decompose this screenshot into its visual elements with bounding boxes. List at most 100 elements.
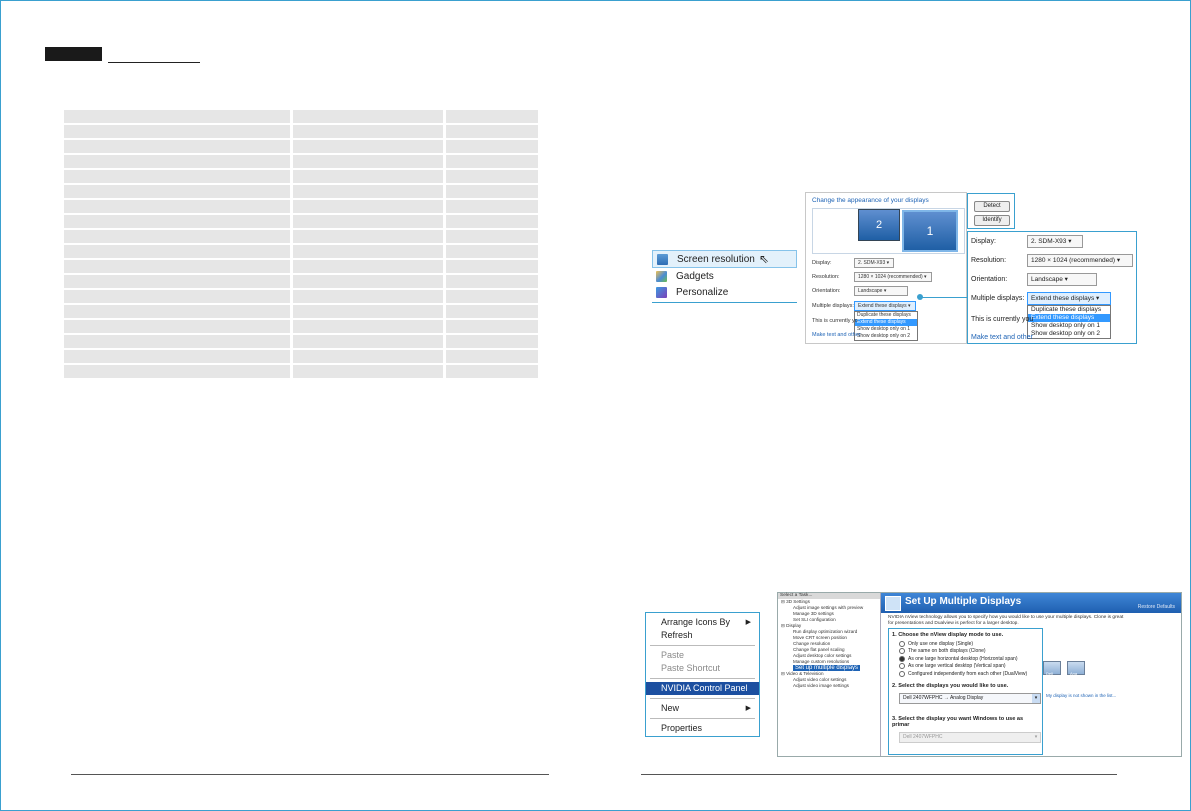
restore-defaults-link[interactable]: Restore Defaults	[1138, 604, 1175, 610]
multiple-displays-label: Multiple displays:	[971, 295, 1025, 302]
mode-horizontal-span-option[interactable]: As one large horizontal desktop (Horizon…	[899, 655, 1042, 663]
menu-separator	[650, 698, 755, 699]
table-cell	[293, 170, 443, 183]
dropdown-option[interactable]: Show desktop only on 1	[855, 326, 917, 333]
table-row	[64, 365, 538, 378]
callout-connector	[921, 297, 969, 298]
nvidia-page-header: Set Up Multiple Displays Restore Default…	[881, 593, 1181, 613]
table-cell	[446, 365, 538, 378]
combo-value: 2. SDM-X93	[858, 260, 886, 266]
menu-separator	[650, 678, 755, 679]
resolution-label: Resolution:	[812, 274, 840, 280]
menu-separator	[650, 645, 755, 646]
dropdown-option[interactable]: Duplicate these displays	[855, 312, 917, 319]
menu-item-paste[interactable]: Paste	[646, 649, 759, 662]
table-row	[64, 200, 538, 213]
monitor-label: Ana	[1070, 671, 1078, 676]
table-cell	[293, 305, 443, 318]
combo-value: Extend these displays	[1031, 295, 1095, 302]
display-combo[interactable]: 2. SDM-X93 ▾	[854, 258, 894, 268]
detect-button[interactable]: Detect	[974, 201, 1010, 212]
desktop-context-menu: Arrange Icons By ▶ Refresh Paste Paste Sh…	[645, 612, 760, 737]
table-cell	[293, 155, 443, 168]
table-cell	[64, 275, 290, 288]
table-cell	[64, 320, 290, 333]
dropdown-option[interactable]: Duplicate these displays	[1028, 306, 1110, 314]
menu-item-personalize[interactable]: Personalize	[652, 284, 797, 300]
table-row	[64, 335, 538, 348]
mode-vertical-span-option[interactable]: As one large vertical desktop (Vertical …	[899, 663, 1042, 671]
mode-dualview-option[interactable]: Configured independently from each other…	[899, 670, 1042, 678]
resolution-label: Resolution:	[971, 257, 1007, 264]
step-3-heading: 3. Select the display you want Windows t…	[892, 715, 1024, 728]
menu-item-screen-resolution[interactable]: Screen resolution ⇖	[652, 250, 797, 268]
dropdown-option-selected[interactable]: Extend these displays	[855, 319, 917, 326]
table-cell	[293, 245, 443, 258]
multiple-displays-label: Multiple displays:	[812, 303, 854, 309]
monitor-analog-icon[interactable]: Ana	[1067, 661, 1085, 676]
radio-selected-icon	[899, 655, 905, 662]
display-pair-select[interactable]: Dell 2407WFPHC → Analog Display ▾	[899, 692, 1041, 704]
combo-value: 1280 × 1024 (recommended)	[858, 274, 923, 280]
menu-item-label: Arrange Icons By	[661, 617, 731, 627]
table-cell	[446, 290, 538, 303]
table-cell	[293, 215, 443, 228]
orientation-combo[interactable]: Landscape ▾	[1027, 273, 1097, 286]
menu-item-refresh[interactable]: Refresh	[646, 629, 759, 642]
table-cell	[64, 140, 290, 153]
table-cell	[64, 335, 290, 348]
multiple-displays-combo[interactable]: Extend these displays ▾	[854, 301, 916, 311]
text-size-link[interactable]: Make text and other	[812, 332, 861, 338]
menu-item-nvidia-control-panel[interactable]: NVIDIA Control Panel	[646, 682, 759, 695]
menu-item-label: Paste	[661, 650, 685, 660]
combo-value: Extend these displays	[858, 303, 907, 309]
table-cell	[64, 125, 290, 138]
orientation-combo[interactable]: Landscape ▾	[854, 286, 908, 296]
dropdown-option[interactable]: Show desktop only on 1	[1028, 322, 1110, 330]
table-cell	[64, 350, 290, 363]
radio-label: Configured independently from each other…	[908, 670, 1028, 677]
table-row	[64, 320, 538, 333]
table-cell	[446, 230, 538, 243]
step-1-heading: 1. Choose the nView display mode to use.	[892, 632, 1004, 638]
dropdown-option[interactable]: Show desktop only on 2	[855, 333, 917, 340]
radio-icon	[899, 670, 905, 677]
table-cell	[293, 140, 443, 153]
menu-item-properties[interactable]: Properties	[646, 722, 759, 735]
win7-context-menu: Screen resolution ⇖ Gadgets Personalize	[652, 250, 797, 303]
dropdown-option[interactable]: Show desktop only on 2	[1028, 330, 1110, 338]
menu-item-arrange-icons[interactable]: Arrange Icons By ▶	[646, 616, 759, 629]
identify-button[interactable]: Identify	[974, 215, 1010, 226]
task-tree: Select a Task... ⊟ 3D Settings Adjust im…	[778, 593, 881, 756]
table-row	[64, 350, 538, 363]
menu-item-paste-shortcut[interactable]: Paste Shortcut	[646, 662, 759, 675]
left-footer-rule	[71, 774, 549, 775]
title-underline	[108, 62, 200, 63]
display-combo[interactable]: 2. SDM-X93 ▾	[1027, 235, 1083, 248]
dropdown-option-selected[interactable]: Extend these displays	[1028, 314, 1110, 322]
combo-value: 2. SDM-X93	[1031, 238, 1067, 245]
dialog-heading: Change the appearance of your displays	[812, 197, 929, 204]
resolution-combo[interactable]: 1280 × 1024 (recommended) ▾	[1027, 254, 1133, 267]
resolution-combo[interactable]: 1280 × 1024 (recommended) ▾	[854, 272, 932, 282]
primary-display-select[interactable]: Dell 2407WFPHC ▾	[899, 731, 1041, 743]
monitor-dell-icon[interactable]: Dell	[1043, 661, 1061, 676]
select-value: Dell 2407WFPHC → Analog Display	[903, 694, 984, 701]
menu-item-label: Paste Shortcut	[661, 663, 721, 673]
display-not-shown-link[interactable]: My display is not shown in the list...	[1046, 693, 1116, 698]
multiple-displays-combo[interactable]: Extend these displays ▾	[1027, 292, 1111, 305]
menu-item-gadgets[interactable]: Gadgets	[652, 268, 797, 284]
table-cell	[446, 260, 538, 273]
monitor-1-icon[interactable]: 1	[902, 210, 958, 252]
mode-single-option[interactable]: Only use one display (Single)	[899, 640, 1042, 648]
tree-item[interactable]: Adjust video image settings	[781, 683, 880, 689]
table-row	[64, 275, 538, 288]
orientation-label: Orientation:	[812, 288, 841, 294]
mode-clone-option[interactable]: The same on both displays (Clone)	[899, 648, 1042, 656]
section-tab	[45, 47, 102, 61]
monitor-2-icon[interactable]: 2	[858, 209, 900, 241]
text-size-link[interactable]: Make text and other	[971, 334, 1033, 341]
table-cell	[446, 170, 538, 183]
menu-item-new[interactable]: New ▶	[646, 702, 759, 715]
table-row	[64, 125, 538, 138]
